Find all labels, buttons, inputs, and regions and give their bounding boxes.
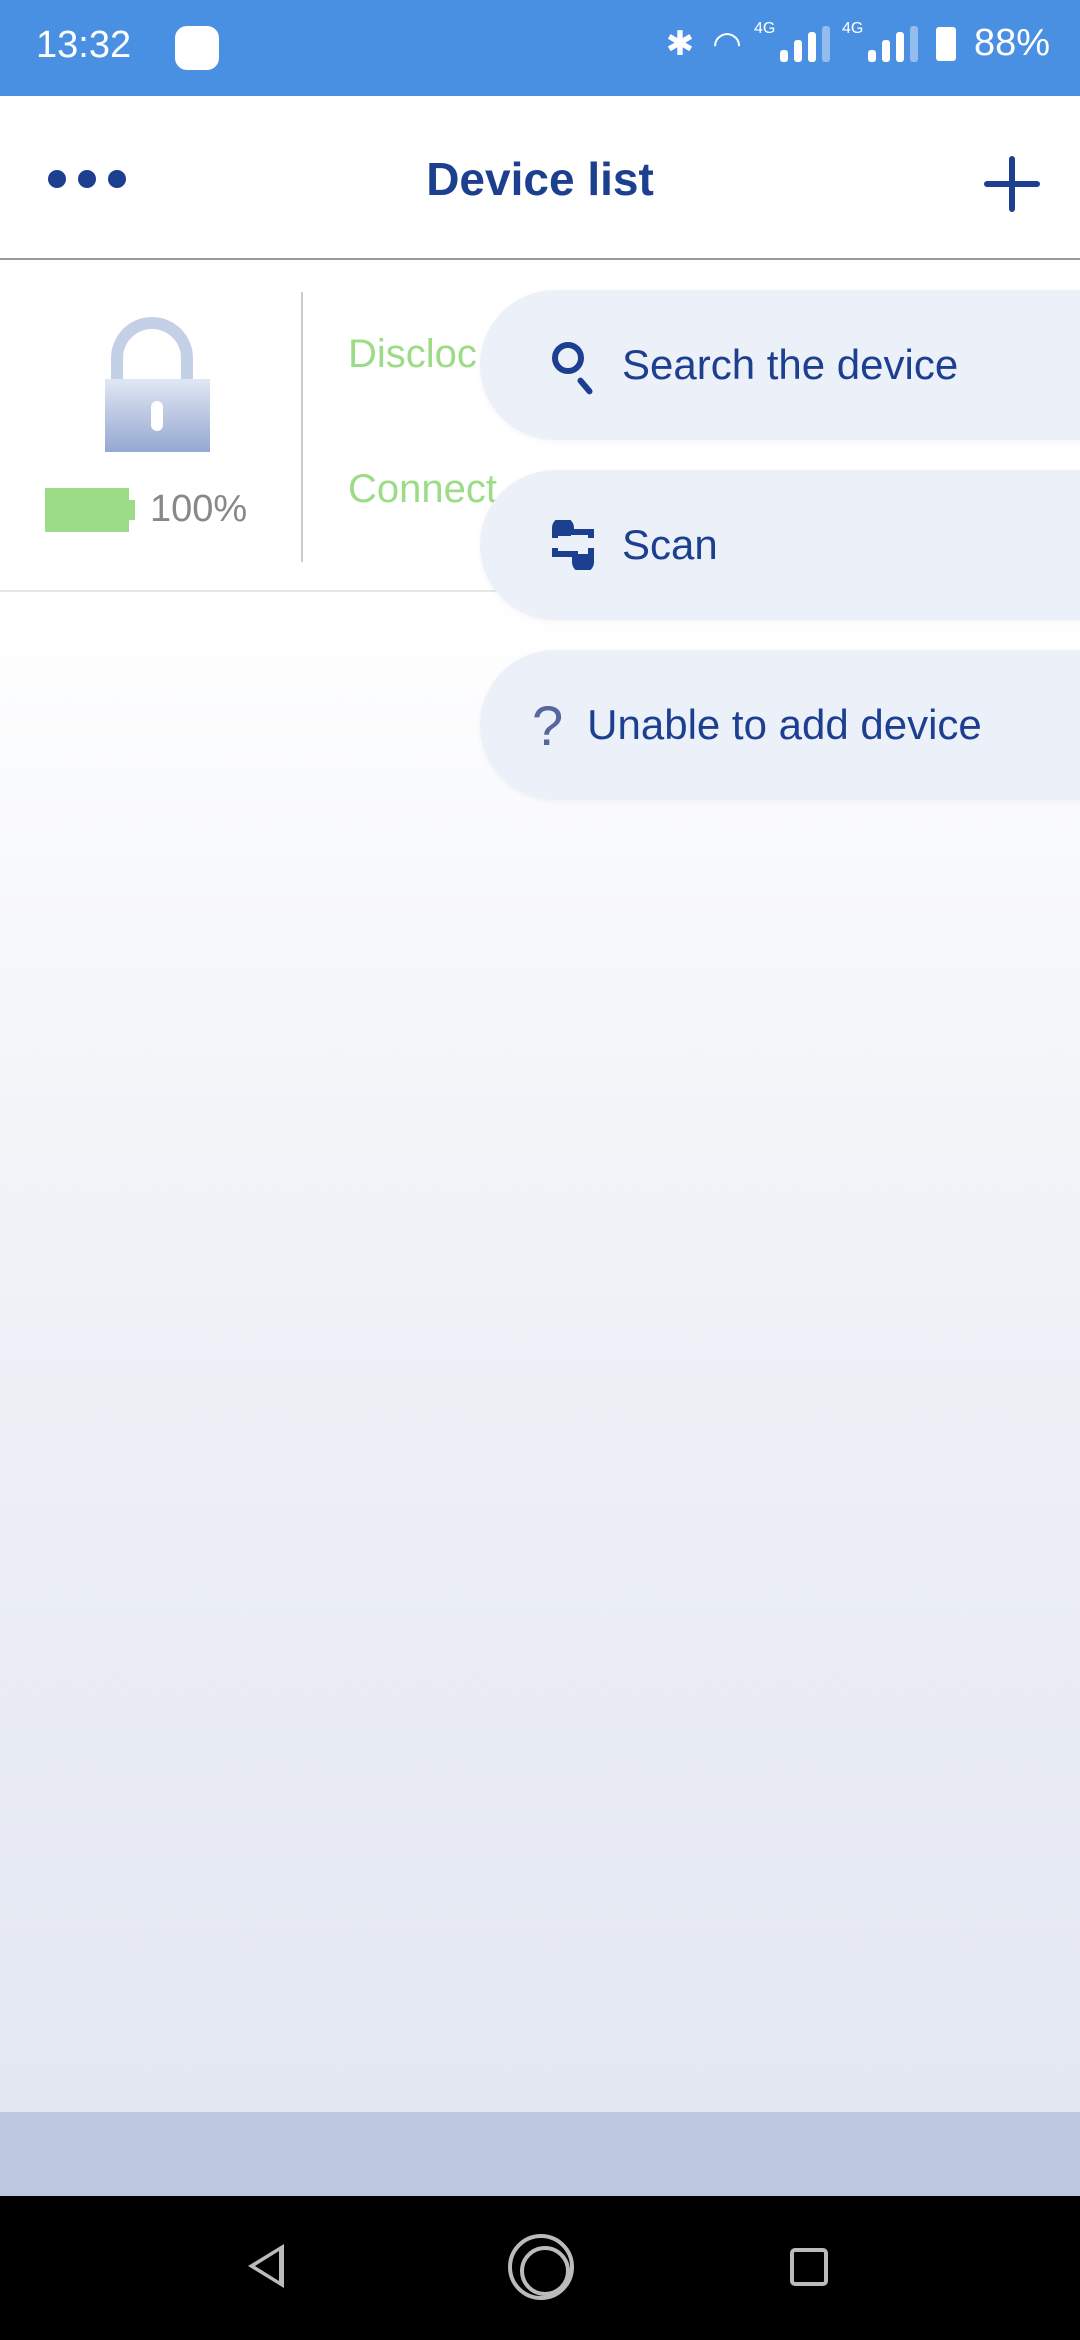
battery-level-icon [45, 488, 135, 532]
divider [301, 292, 303, 562]
app-header: Device list [0, 96, 1080, 260]
bluetooth-icon: ✱ [665, 24, 695, 63]
unlocked-lock-icon [105, 317, 210, 452]
scan-icon [548, 520, 598, 570]
signal-icon-1: 4G [754, 20, 830, 62]
recent-apps-icon[interactable] [790, 2248, 828, 2286]
search-icon [548, 340, 598, 390]
system-navigation-bar [0, 2196, 1080, 2340]
menu-item-search-device[interactable]: Search the device [480, 290, 1080, 440]
page-title: Device list [426, 153, 654, 205]
menu-item-unable-to-add[interactable]: ? Unable to add device [480, 650, 1080, 800]
app-notification-icon [175, 26, 219, 70]
device-battery-label: 100% [150, 488, 248, 530]
clock: 13:32 [36, 24, 132, 66]
menu-item-label: Scan [622, 521, 718, 568]
network-type: 4G [841, 19, 864, 37]
menu-item-label: Search the device [622, 341, 959, 388]
battery-percent: 88% [973, 22, 1050, 64]
menu-item-label: Unable to add device [587, 701, 982, 748]
battery-icon [935, 26, 956, 61]
status-bar: 13:32 ✱ ◠ 4G 4G 88% [0, 0, 1080, 96]
bottom-bar [0, 2112, 1080, 2196]
back-icon[interactable] [248, 2244, 284, 2288]
device-label-1: Discloc [348, 332, 477, 376]
question-icon: ? [532, 693, 564, 757]
wifi-icon: ◠ [712, 24, 742, 63]
home-icon[interactable] [508, 2234, 574, 2300]
menu-item-scan[interactable]: Scan [480, 470, 1080, 620]
network-type: 4G [753, 19, 776, 37]
signal-icon-2: 4G [842, 20, 918, 62]
add-device-button[interactable] [984, 156, 1040, 212]
device-label-2: Connect [348, 467, 497, 511]
